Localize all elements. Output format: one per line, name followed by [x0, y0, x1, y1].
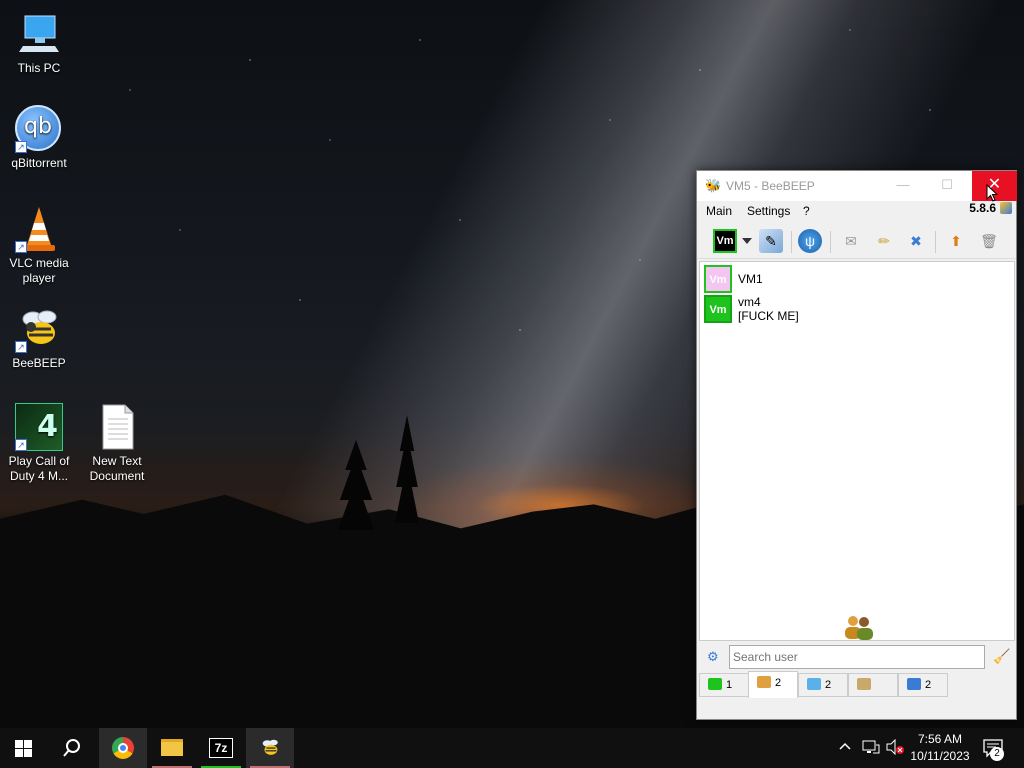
clock-date: 10/11/2023: [910, 749, 970, 763]
minimize-button[interactable]: —: [881, 171, 925, 201]
tools-icon[interactable]: ✖: [904, 229, 928, 253]
version-label: 5.8.6: [969, 201, 996, 215]
taskbar: 7z 7:56 AM 10/11/2023 2: [0, 728, 1024, 768]
user-icon: [708, 678, 722, 690]
taskbar-7zip[interactable]: 7z: [197, 728, 245, 768]
tab-chats[interactable]: 2: [798, 673, 848, 697]
tab-count: 2: [925, 679, 932, 691]
tab-groups[interactable]: [848, 673, 898, 697]
clear-broom-icon[interactable]: 🧹: [993, 648, 1010, 665]
desktop-icon-vlc[interactable]: ↗ VLC media player: [0, 205, 78, 286]
desktop-icon-this-pc[interactable]: This PC: [0, 10, 78, 76]
write-icon[interactable]: ✏: [872, 229, 896, 253]
desktop-icon-label: BeeBEEP: [12, 356, 66, 370]
menu-settings[interactable]: Settings: [747, 204, 790, 218]
toolbar-separator: [935, 231, 936, 253]
search-button[interactable]: [48, 728, 96, 768]
qbittorrent-icon: qb ↗: [15, 105, 63, 153]
desktop-icon-cod4[interactable]: 4 ↗ Play Call of Duty 4 M...: [0, 403, 78, 484]
list-item[interactable]: Vm VM1: [704, 265, 1004, 295]
desktop-icon-label: VLC media player: [9, 256, 69, 285]
toolbar: Vm ✎ ψ ✉ ✏ ✖ ⬆ 🗑: [697, 223, 1016, 259]
user-name: VM1: [738, 272, 763, 286]
update-arrow-icon[interactable]: ⬆: [944, 229, 968, 253]
desktop-icon-beebeep[interactable]: ↗ BeeBEEP: [0, 305, 78, 371]
tab-shares[interactable]: 2: [898, 673, 948, 697]
desktop-icon-label: qBittorrent: [11, 156, 67, 170]
notification-center-button[interactable]: 2: [982, 737, 1004, 768]
desktop-icon-label: This PC: [17, 61, 61, 75]
inbox-icon[interactable]: ✉: [839, 229, 863, 253]
computer-icon: [15, 10, 63, 58]
taskbar-beebeep[interactable]: [246, 728, 294, 768]
desktop-icon-label: New Text Document: [89, 454, 145, 483]
shortcut-arrow-icon: ↗: [15, 341, 27, 353]
shortcut-arrow-icon: ↗: [15, 141, 27, 153]
vlc-cone-icon: ↗: [15, 205, 63, 253]
bee-icon: ↗: [15, 305, 63, 353]
bottom-tabs: 1 2 2 2: [697, 671, 1016, 699]
user-list: Vm VM1 Vm vm4 [FUCK ME]: [699, 261, 1015, 641]
users-icon: [845, 616, 873, 640]
share-icon: [907, 678, 921, 690]
search-row: ⚙ 🧹: [699, 643, 1015, 671]
taskbar-chrome[interactable]: [99, 728, 147, 768]
avatar: Vm: [704, 265, 732, 293]
shortcut-arrow-icon: ↗: [15, 241, 27, 253]
tab-users-online[interactable]: 1: [699, 673, 749, 697]
taskbar-clock[interactable]: 7:56 AM 10/11/2023: [905, 731, 975, 765]
tab-users[interactable]: 2: [748, 671, 798, 698]
desktop-icon-label: Play Call of Duty 4 M...: [8, 454, 70, 483]
taskbar-file-explorer[interactable]: [148, 728, 196, 768]
search-icon: [63, 739, 80, 757]
shortcut-arrow-icon: ↗: [15, 439, 27, 451]
windows-logo-icon: [15, 740, 32, 757]
toolbar-separator: [830, 231, 831, 253]
menu-help[interactable]: ?: [803, 204, 810, 218]
search-input[interactable]: [729, 645, 985, 669]
tab-count: 1: [726, 679, 733, 691]
gear-icon[interactable]: ⚙: [707, 649, 719, 665]
user-status: [FUCK ME]: [738, 309, 799, 323]
group-icon: [857, 678, 871, 690]
chrome-icon: [112, 737, 134, 759]
clock-time: 7:56 AM: [917, 732, 963, 746]
desktop-icon-qbittorrent[interactable]: qb ↗ qBittorrent: [0, 105, 78, 171]
users-icon: [757, 676, 771, 688]
desktop-icon-new-text-document[interactable]: New Text Document: [78, 403, 156, 484]
tab-count: 2: [825, 679, 832, 691]
window-title: VM5 - BeeBEEP: [726, 179, 815, 193]
mouse-cursor-icon: [986, 184, 998, 202]
status-vm-button[interactable]: Vm: [713, 229, 737, 253]
menubar: Main Settings ? 5.8.6: [697, 201, 1016, 223]
chevron-down-icon[interactable]: [742, 238, 752, 244]
notification-badge: 2: [990, 747, 1004, 761]
text-document-icon: [93, 403, 141, 451]
network-icon[interactable]: ψ: [798, 229, 822, 253]
list-item[interactable]: Vm vm4 [FUCK ME]: [704, 295, 1004, 325]
start-button[interactable]: [0, 728, 48, 768]
menu-main[interactable]: Main: [706, 204, 732, 218]
show-hidden-icons-chevron-up-icon[interactable]: [838, 739, 852, 768]
trash-icon[interactable]: 🗑: [977, 229, 1001, 253]
update-icon: [1000, 202, 1012, 214]
user-name: vm4: [738, 295, 761, 309]
maximize-button[interactable]: ☐: [925, 171, 969, 201]
tab-count: 2: [775, 677, 782, 689]
folder-icon: [161, 739, 183, 756]
volume-muted-icon[interactable]: [885, 738, 905, 768]
chat-icon: [807, 678, 821, 690]
toolbar-separator: [791, 231, 792, 253]
bee-icon: 🐝: [705, 178, 722, 193]
bee-icon: [262, 739, 278, 755]
window-titlebar[interactable]: 🐝 VM5 - BeeBEEP — ☐ ✕: [697, 171, 1017, 201]
cod4-icon: 4 ↗: [15, 403, 63, 451]
avatar: Vm: [704, 295, 732, 323]
network-icon[interactable]: [862, 739, 880, 768]
beebeep-window: 🐝 VM5 - BeeBEEP — ☐ ✕ Main Settings ? 5.…: [696, 170, 1017, 720]
edit-profile-icon[interactable]: ✎: [759, 229, 783, 253]
7zip-icon: 7z: [209, 738, 233, 758]
